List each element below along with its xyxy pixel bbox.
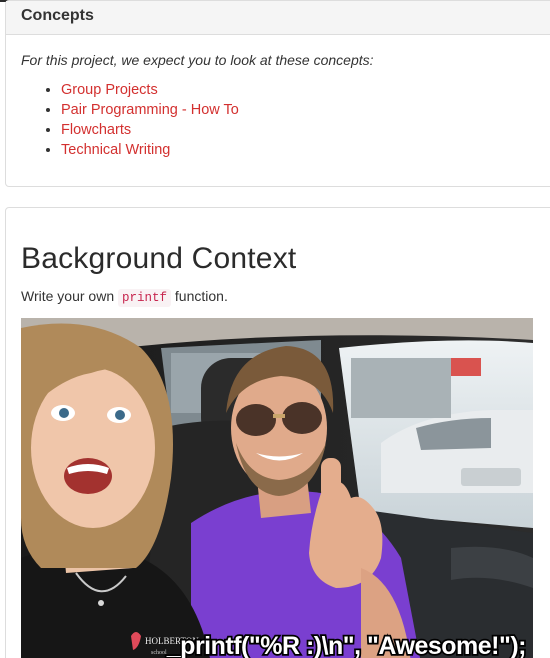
concepts-list: Group Projects Pair Programming - How To… bbox=[21, 80, 550, 160]
shirt-logo-subtext: school bbox=[151, 650, 167, 656]
concept-item: Pair Programming - How To bbox=[61, 100, 550, 120]
concept-item: Group Projects bbox=[61, 80, 550, 100]
concepts-panel: Concepts For this project, we expect you… bbox=[5, 0, 550, 187]
desc-after: function. bbox=[174, 288, 228, 304]
concept-link-technical-writing[interactable]: Technical Writing bbox=[61, 142, 170, 158]
concept-item: Flowcharts bbox=[61, 120, 550, 140]
concept-item: Technical Writing bbox=[61, 140, 550, 160]
concepts-body: For this project, we expect you to look … bbox=[6, 52, 550, 160]
concept-link-flowcharts[interactable]: Flowcharts bbox=[61, 122, 131, 138]
concept-link-pair-programming[interactable]: Pair Programming - How To bbox=[61, 102, 239, 118]
page: Concepts For this project, we expect you… bbox=[0, 0, 550, 658]
background-panel: Background Context Write your own printf… bbox=[5, 207, 550, 658]
selfie-photo: HOLBERTON school _printf("%R :)\n", "Awe… bbox=[21, 318, 533, 658]
printf-code: printf bbox=[118, 289, 172, 307]
concepts-heading: Concepts bbox=[6, 1, 550, 35]
background-heading: Background Context bbox=[21, 242, 297, 275]
photo-caption: _printf("%R :)\n", "Awesome!"); bbox=[166, 632, 526, 658]
concept-link-group-projects[interactable]: Group Projects bbox=[61, 82, 158, 98]
background-description: Write your own printf function. bbox=[21, 288, 228, 307]
concepts-intro: For this project, we expect you to look … bbox=[21, 52, 374, 68]
desc-before: Write your own bbox=[21, 288, 115, 304]
